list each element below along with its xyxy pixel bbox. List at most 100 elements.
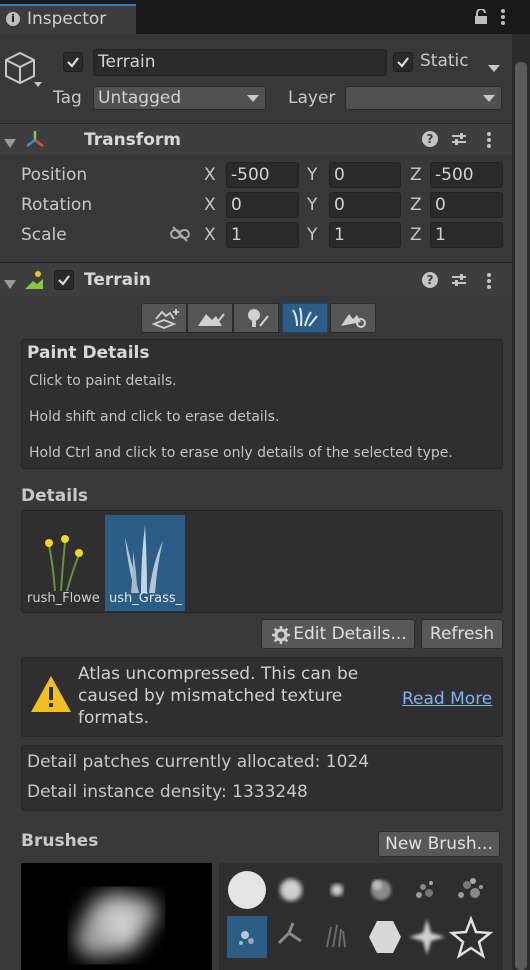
- scale-y-label[interactable]: Y: [307, 225, 317, 245]
- terrain-component-icon: [23, 269, 45, 295]
- position-z-label[interactable]: Z: [410, 165, 422, 185]
- component-menu-icon[interactable]: [486, 131, 492, 153]
- constrain-proportions-link-icon[interactable]: [170, 226, 190, 246]
- warning-line: formats.: [78, 708, 149, 728]
- terrain-settings-gear-icon: [341, 314, 366, 328]
- details-label: Details: [21, 486, 89, 506]
- position-x-input[interactable]: -500: [226, 162, 299, 188]
- paint-details-line: Hold shift and click to erase details.: [29, 409, 280, 425]
- refresh-button[interactable]: Refresh: [421, 619, 503, 649]
- brush-hexagon[interactable]: [369, 921, 401, 953]
- brush-speckled[interactable]: [458, 878, 483, 898]
- warning-line: caused by mismatched texture: [78, 686, 343, 706]
- sculpt-brush-icon: [198, 313, 225, 326]
- scale-x-input[interactable]: 1: [226, 222, 299, 248]
- brush-cloudy[interactable]: [371, 880, 391, 900]
- position-y-input[interactable]: 0: [329, 162, 401, 188]
- edit-details-label: Edit Details...: [293, 624, 407, 644]
- read-more-link[interactable]: Read More: [402, 689, 492, 709]
- detail-patches-stat: Detail patches currently allocated: 1024: [27, 752, 370, 772]
- rotation-z-input[interactable]: 0: [430, 192, 503, 218]
- tab-inspector[interactable]: i Inspector: [0, 4, 136, 34]
- transform-title: Transform: [84, 130, 181, 150]
- rotation-z-label[interactable]: Z: [410, 195, 422, 215]
- brush-selected-noise[interactable]: [227, 916, 267, 958]
- edit-details-button[interactable]: Edit Details...: [261, 619, 415, 649]
- brush-soft-round[interactable]: [280, 879, 302, 901]
- static-dropdown-arrow-icon[interactable]: [488, 58, 500, 72]
- static-checkbox[interactable]: [393, 52, 413, 72]
- warning-icon: [30, 675, 72, 717]
- kebab-menu-icon[interactable]: [500, 8, 506, 26]
- brush-hard-round[interactable]: [228, 871, 266, 909]
- tree-brush-icon: [248, 309, 269, 327]
- tab-title: Inspector: [27, 9, 107, 29]
- terrain-title: Terrain: [84, 270, 152, 290]
- foldout-arrow-icon[interactable]: [4, 134, 16, 153]
- layer-label: Layer: [288, 88, 336, 108]
- rotation-x-input[interactable]: 0: [226, 192, 299, 218]
- grass-brush-icon: [292, 307, 318, 327]
- brush-branch[interactable]: [277, 922, 302, 945]
- position-label: Position: [21, 165, 88, 185]
- flower-thumbnail-icon: [45, 535, 83, 591]
- paint-details-line: Click to paint details.: [29, 373, 177, 389]
- detail-item-grass[interactable]: ush_Grass_: [105, 515, 185, 611]
- component-menu-icon[interactable]: [486, 272, 492, 294]
- detail-item-label: ush_Grass_: [109, 591, 183, 606]
- brush-streaks[interactable]: [326, 924, 346, 948]
- presets-sliders-icon[interactable]: [451, 272, 467, 292]
- tag-value: Untagged: [98, 88, 182, 108]
- tool-terrain-settings[interactable]: [330, 303, 376, 333]
- static-label: Static: [420, 51, 469, 71]
- brush-spotty[interactable]: [416, 881, 433, 898]
- scale-x-label[interactable]: X: [204, 225, 216, 245]
- scale-label: Scale: [21, 225, 67, 245]
- scale-z-label[interactable]: Z: [410, 225, 422, 245]
- foldout-arrow-icon[interactable]: [4, 275, 16, 294]
- brush-starburst[interactable]: [409, 919, 445, 955]
- tool-sculpt-paint[interactable]: [187, 303, 233, 333]
- detail-item-label: rush_Flowe: [27, 591, 100, 606]
- warning-line: Atlas uncompressed. This can be: [78, 664, 359, 684]
- object-name-input[interactable]: Terrain: [93, 49, 387, 76]
- divider: [0, 262, 512, 263]
- tag-label: Tag: [53, 88, 82, 108]
- rotation-x-label[interactable]: X: [204, 195, 216, 215]
- help-icon[interactable]: ?: [422, 131, 438, 147]
- tool-paint-trees[interactable]: [233, 303, 279, 333]
- gear-icon: [272, 626, 290, 644]
- brush-star-outline[interactable]: [448, 915, 494, 959]
- tool-paint-details[interactable]: [282, 303, 328, 333]
- position-y-label[interactable]: Y: [307, 165, 317, 185]
- create-terrain-icon: [151, 309, 179, 329]
- terrain-enabled-checkbox[interactable]: [54, 270, 74, 290]
- position-x-label[interactable]: X: [204, 165, 216, 185]
- presets-sliders-icon[interactable]: [451, 131, 467, 151]
- grass-thumbnail-icon: [125, 525, 163, 593]
- scrollbar-thumb[interactable]: [515, 62, 527, 970]
- paint-details-title: Paint Details: [27, 343, 150, 363]
- layer-dropdown[interactable]: [345, 86, 502, 110]
- chevron-down-icon: [483, 95, 495, 102]
- rotation-y-input[interactable]: 0: [329, 192, 401, 218]
- transform-axes-icon: [24, 128, 46, 154]
- detail-item-flower[interactable]: rush_Flowe: [23, 515, 103, 611]
- tag-dropdown[interactable]: Untagged: [93, 86, 266, 110]
- rotation-y-label[interactable]: Y: [307, 195, 317, 215]
- rotation-label: Rotation: [21, 195, 93, 215]
- lock-icon[interactable]: [474, 8, 488, 25]
- brushes-label: Brushes: [21, 831, 99, 851]
- tool-create-neighbor-terrains[interactable]: [141, 303, 187, 333]
- gameobject-cube-icon[interactable]: [4, 50, 44, 90]
- chevron-down-icon: [247, 95, 259, 102]
- info-icon: i: [6, 12, 20, 26]
- brush-small-soft[interactable]: [331, 884, 343, 896]
- active-checkbox[interactable]: [63, 52, 83, 72]
- position-z-input[interactable]: -500: [430, 162, 503, 188]
- help-icon[interactable]: ?: [422, 272, 438, 288]
- scale-z-input[interactable]: 1: [430, 222, 503, 248]
- detail-density-stat: Detail instance density: 1333248: [27, 782, 308, 802]
- scale-y-input[interactable]: 1: [329, 222, 401, 248]
- new-brush-button[interactable]: New Brush...: [378, 831, 500, 857]
